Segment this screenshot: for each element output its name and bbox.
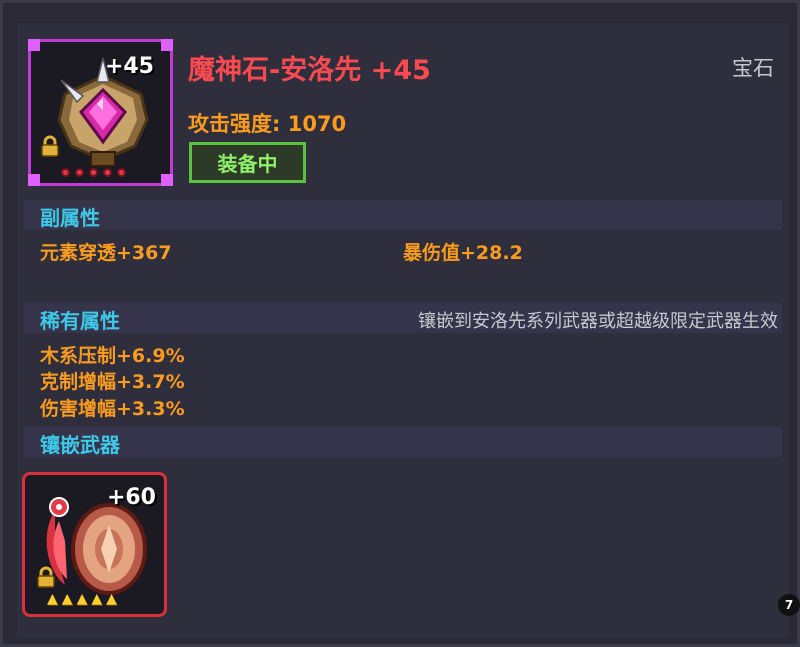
weapon-stars: ▲ ▲ ▲ ▲ ▲ bbox=[47, 592, 117, 606]
star-icon: ▲ bbox=[76, 591, 88, 607]
refine-dot bbox=[75, 168, 84, 177]
gem-icon-slot[interactable]: +45 bbox=[28, 39, 173, 186]
page-badge: 7 bbox=[778, 594, 800, 616]
weapon-level-label: +60 bbox=[106, 485, 156, 510]
rare-attr-title: 稀有属性 bbox=[40, 309, 120, 333]
attack-stat: 攻击强度: 1070 bbox=[188, 112, 347, 136]
equipped-badge: 装备中 bbox=[189, 142, 306, 183]
section-band bbox=[24, 427, 782, 457]
star-icon: ▲ bbox=[91, 591, 103, 607]
refine-dot bbox=[103, 168, 112, 177]
weapon-icon-slot[interactable]: +60 ▲ ▲ ▲ ▲ ▲ bbox=[22, 472, 167, 617]
section-band bbox=[24, 200, 782, 230]
rare-attr-2: 克制增幅+3.7% bbox=[40, 371, 185, 393]
star-icon: ▲ bbox=[106, 591, 117, 607]
sub-attr-title: 副属性 bbox=[40, 206, 100, 230]
sub-attr-1: 元素穿透+367 bbox=[40, 242, 172, 264]
item-title: 魔神石-安洛先 +45 bbox=[188, 55, 431, 86]
rare-attr-1: 木系压制+6.9% bbox=[40, 345, 185, 367]
refine-dot bbox=[117, 168, 126, 177]
lock-icon bbox=[41, 135, 59, 157]
inlay-weapon-title: 镶嵌武器 bbox=[40, 433, 120, 457]
refine-dot bbox=[89, 168, 98, 177]
frame-corner bbox=[28, 174, 40, 186]
sub-attr-2: 暴伤值+28.2 bbox=[403, 242, 523, 264]
refine-dot bbox=[61, 168, 70, 177]
star-icon: ▲ bbox=[61, 591, 73, 607]
star-icon: ▲ bbox=[47, 591, 58, 607]
frame-corner bbox=[28, 39, 40, 51]
rare-attr-3: 伤害增幅+3.3% bbox=[40, 398, 185, 420]
frame-corner bbox=[161, 39, 173, 51]
lock-icon bbox=[37, 566, 55, 588]
gem-level-label: +45 bbox=[104, 54, 154, 79]
item-category: 宝石 bbox=[732, 56, 774, 80]
frame-corner bbox=[161, 174, 173, 186]
rare-attr-note: 镶嵌到安洛先系列武器或超越级限定武器生效 bbox=[418, 311, 778, 332]
refine-dots bbox=[61, 168, 126, 177]
